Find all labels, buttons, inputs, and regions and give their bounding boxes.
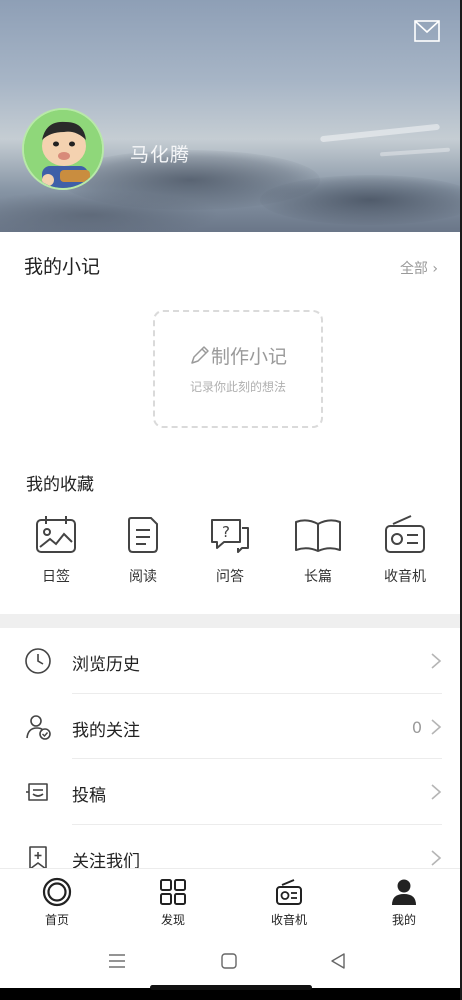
home-square-icon[interactable] bbox=[220, 952, 238, 970]
favorite-label: 日签 bbox=[42, 569, 70, 585]
make-note-subtitle: 记录你此刻的想法 bbox=[189, 380, 286, 394]
menu-item-label: 投稿 bbox=[72, 786, 106, 806]
favorite-reading[interactable]: 阅读 bbox=[108, 508, 178, 586]
home-circle-icon bbox=[42, 877, 72, 907]
nav-label: 发现 bbox=[160, 913, 185, 927]
profile-header: 马化腾 bbox=[0, 0, 462, 232]
menu-item-label: 浏览历史 bbox=[72, 655, 140, 675]
section-title-favorites: 我的收藏 bbox=[26, 475, 94, 495]
system-navigation-bar bbox=[0, 934, 462, 988]
calendar-picture-icon bbox=[36, 516, 76, 553]
nav-label: 首页 bbox=[44, 913, 69, 927]
user-follow-icon bbox=[26, 714, 51, 740]
radio-icon bbox=[385, 515, 425, 553]
chevron-right-icon bbox=[431, 784, 442, 800]
nav-label: 收音机 bbox=[270, 913, 307, 927]
view-all-link[interactable]: 全部 › bbox=[400, 258, 438, 278]
nav-label: 我的 bbox=[391, 913, 416, 927]
back-triangle-icon[interactable] bbox=[329, 952, 347, 970]
grid-icon bbox=[160, 879, 186, 905]
open-book-icon bbox=[295, 519, 341, 552]
section-title-my-notes: 我的小记 bbox=[24, 256, 101, 278]
make-note-card[interactable]: 制作小记 记录你此刻的想法 bbox=[153, 310, 323, 428]
menu-icon[interactable] bbox=[108, 952, 126, 970]
sky-streak bbox=[379, 147, 451, 157]
clock-icon bbox=[25, 648, 51, 674]
chevron-right-icon bbox=[431, 653, 442, 669]
favorite-label: 问答 bbox=[216, 569, 244, 585]
chevron-right-icon bbox=[431, 718, 442, 735]
menu-item-history[interactable]: 浏览历史 bbox=[0, 628, 462, 694]
sky-streak bbox=[320, 123, 440, 143]
person-icon bbox=[392, 879, 416, 905]
menu-list: 浏览历史 我的关注 0 投稿 关注我们 bbox=[0, 628, 462, 890]
favorite-radio[interactable]: 收音机 bbox=[370, 508, 440, 586]
favorite-label: 收音机 bbox=[384, 569, 426, 585]
make-note-text: 制作小记 bbox=[210, 346, 287, 368]
nav-home[interactable]: 首页 bbox=[17, 877, 97, 928]
sky-cloud bbox=[260, 175, 462, 225]
home-indicator[interactable] bbox=[150, 985, 312, 990]
favorite-qa[interactable]: ? 问答 bbox=[195, 508, 265, 586]
avatar[interactable] bbox=[22, 108, 104, 190]
section-divider bbox=[0, 614, 462, 628]
document-icon bbox=[128, 517, 158, 553]
menu-item-value: 0 bbox=[411, 717, 422, 737]
svg-text:?: ? bbox=[222, 523, 230, 541]
submit-icon bbox=[26, 783, 48, 801]
favorite-label: 长篇 bbox=[304, 569, 332, 585]
favorite-long-read[interactable]: 长篇 bbox=[283, 508, 353, 586]
menu-item-label: 我的关注 bbox=[72, 720, 140, 741]
favorites-row: 日签 阅读 ? 问答 长篇 收音机 bbox=[0, 508, 462, 594]
nav-discover[interactable]: 发现 bbox=[133, 877, 213, 928]
favorite-label: 阅读 bbox=[129, 569, 157, 585]
nav-mine[interactable]: 我的 bbox=[364, 877, 444, 928]
nav-radio[interactable]: 收音机 bbox=[249, 877, 329, 928]
pencil-icon bbox=[191, 346, 209, 364]
username: 马化腾 bbox=[130, 144, 191, 166]
chevron-right-icon bbox=[431, 849, 442, 866]
make-note-label: 制作小记 bbox=[155, 342, 321, 369]
menu-item-submit[interactable]: 投稿 bbox=[0, 759, 462, 825]
question-chat-icon: ? bbox=[211, 519, 249, 553]
menu-item-following[interactable]: 我的关注 0 bbox=[0, 694, 462, 759]
favorite-daily[interactable]: 日签 bbox=[21, 508, 91, 586]
mail-icon[interactable] bbox=[414, 20, 440, 42]
radio-icon bbox=[276, 879, 302, 905]
bottom-navigation: 首页 发现 收音机 我的 bbox=[0, 868, 462, 934]
